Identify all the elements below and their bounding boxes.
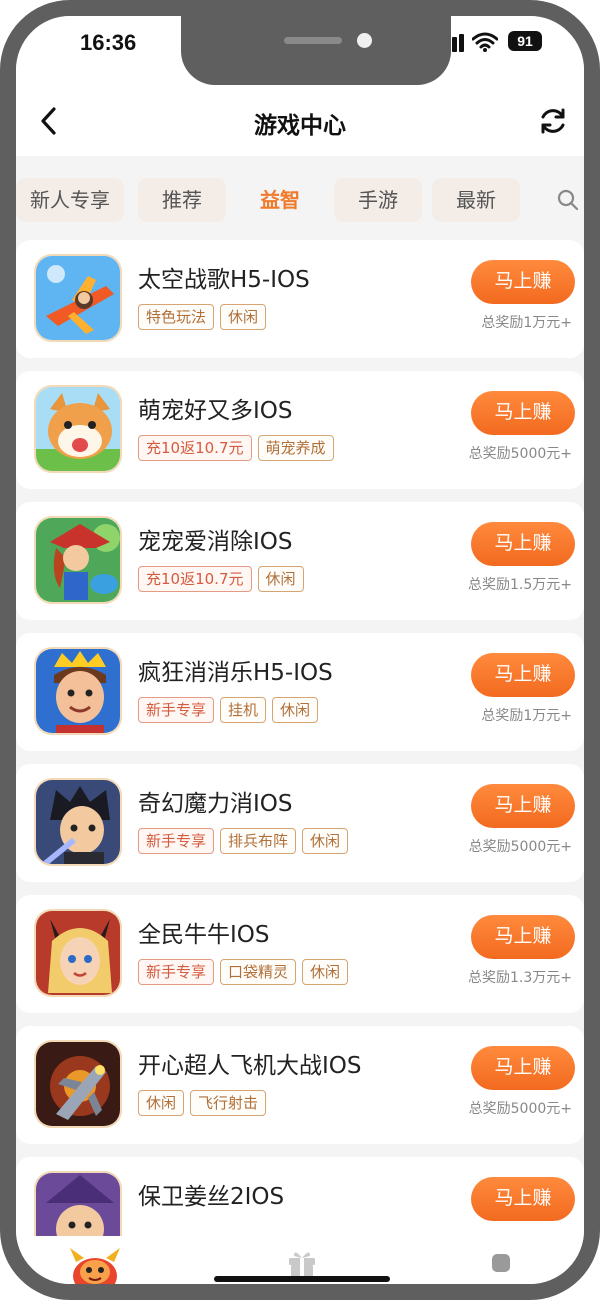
game-card[interactable]: 太空战歌H5-IOS 特色玩法 休闲 马上赚 总奖励1万元+ <box>16 240 584 358</box>
tag-list: 新手专享 挂机 休闲 <box>138 697 319 723</box>
status-time: 16:36 <box>80 30 137 55</box>
game-tag: 新手专享 <box>138 959 215 985</box>
game-name: 宠宠爱消除IOS <box>138 529 293 555</box>
navigation-bar: 游戏中心 <box>16 86 584 156</box>
game-tag: 新手专享 <box>138 828 215 854</box>
earn-now-button[interactable]: 马上赚 <box>471 1177 575 1221</box>
game-tag: 排兵布阵 <box>220 828 297 854</box>
game-icon[interactable] <box>34 778 122 866</box>
game-tag: 休闲 <box>302 959 349 985</box>
notch <box>181 16 451 85</box>
game-name: 萌宠好又多IOS <box>138 398 293 424</box>
earn-now-button[interactable]: 马上赚 <box>471 915 575 959</box>
tab-puzzle[interactable]: 益智 <box>236 178 324 222</box>
earn-now-button[interactable]: 马上赚 <box>471 1046 575 1090</box>
gift-icon[interactable] <box>286 1248 318 1278</box>
total-reward: 总奖励1.5万元+ <box>468 577 572 593</box>
game-card[interactable]: 奇幻魔力消IOS 新手专享 排兵布阵 休闲 马上赚 总奖励5000元+ <box>16 764 584 882</box>
game-icon[interactable] <box>34 647 122 735</box>
game-tag: 休闲 <box>272 697 319 723</box>
game-tag: 休闲 <box>302 828 349 854</box>
game-icon[interactable] <box>34 1040 122 1128</box>
game-tag: 充10返10.7元 <box>138 566 252 592</box>
tag-list: 特色玩法 休闲 <box>138 304 267 330</box>
game-name: 保卫姜丝2IOS <box>138 1184 285 1210</box>
tab-bar-item-icon[interactable] <box>492 1254 510 1272</box>
total-reward: 总奖励5000元+ <box>468 1101 572 1117</box>
game-icon[interactable] <box>34 909 122 997</box>
game-name: 开心超人飞机大战IOS <box>138 1053 362 1079</box>
game-tag: 口袋精灵 <box>220 959 297 985</box>
game-card[interactable]: 全民牛牛IOS 新手专享 口袋精灵 休闲 马上赚 总奖励1.3万元+ <box>16 895 584 1013</box>
game-card[interactable]: 开心超人飞机大战IOS 休闲 飞行射击 马上赚 总奖励5000元+ <box>16 1026 584 1144</box>
earn-now-button[interactable]: 马上赚 <box>471 522 575 566</box>
speaker-grille <box>284 37 342 44</box>
page-title: 游戏中心 <box>254 113 346 139</box>
tab-latest[interactable]: 最新 <box>432 178 520 222</box>
game-name: 太空战歌H5-IOS <box>138 267 310 293</box>
phone-frame: 16:36 91 游戏中心 新人专享 推荐 益智 手游 最新 太空战歌H5-IO… <box>0 0 600 1300</box>
total-reward: 总奖励1万元+ <box>481 708 572 724</box>
game-icon[interactable] <box>34 516 122 604</box>
search-icon[interactable] <box>556 188 580 212</box>
game-tag: 飞行射击 <box>190 1090 267 1116</box>
category-tabs: 新人专享 推荐 益智 手游 最新 <box>16 178 584 230</box>
tag-list: 休闲 飞行射击 <box>138 1090 267 1116</box>
earn-now-button[interactable]: 马上赚 <box>471 653 575 697</box>
total-reward: 总奖励5000元+ <box>468 446 572 462</box>
earn-now-button[interactable]: 马上赚 <box>471 391 575 435</box>
game-icon[interactable] <box>34 254 122 342</box>
total-reward: 总奖励1万元+ <box>481 315 572 331</box>
tab-new-user[interactable]: 新人专享 <box>16 178 124 222</box>
game-name: 奇幻魔力消IOS <box>138 791 293 817</box>
mascot-icon[interactable] <box>60 1242 130 1298</box>
earn-now-button[interactable]: 马上赚 <box>471 784 575 828</box>
bottom-bar <box>16 1236 584 1298</box>
game-tag: 充10返10.7元 <box>138 435 252 461</box>
game-icon[interactable] <box>34 385 122 473</box>
game-tag: 休闲 <box>138 1090 185 1116</box>
game-tag: 休闲 <box>257 566 304 592</box>
game-name: 疯狂消消乐H5-IOS <box>138 660 333 686</box>
game-tag: 新手专享 <box>138 697 215 723</box>
game-name: 全民牛牛IOS <box>138 922 270 948</box>
tag-list: 新手专享 排兵布阵 休闲 <box>138 828 349 854</box>
tab-mobile-games[interactable]: 手游 <box>334 178 422 222</box>
refresh-icon[interactable] <box>536 104 570 138</box>
home-indicator[interactable] <box>214 1276 390 1282</box>
front-camera <box>357 33 372 48</box>
total-reward: 总奖励1.3万元+ <box>468 970 572 986</box>
game-tag: 休闲 <box>220 304 267 330</box>
wifi-icon <box>472 32 498 52</box>
game-card[interactable]: 疯狂消消乐H5-IOS 新手专享 挂机 休闲 马上赚 总奖励1万元+ <box>16 633 584 751</box>
game-card[interactable]: 宠宠爱消除IOS 充10返10.7元 休闲 马上赚 总奖励1.5万元+ <box>16 502 584 620</box>
game-tag: 特色玩法 <box>138 304 215 330</box>
game-card[interactable]: 萌宠好又多IOS 充10返10.7元 萌宠养成 马上赚 总奖励5000元+ <box>16 371 584 489</box>
tag-list: 充10返10.7元 萌宠养成 <box>138 435 334 461</box>
tab-recommended[interactable]: 推荐 <box>138 178 226 222</box>
total-reward: 总奖励5000元+ <box>468 839 572 855</box>
earn-now-button[interactable]: 马上赚 <box>471 260 575 304</box>
tag-list: 充10返10.7元 休闲 <box>138 566 304 592</box>
game-tag: 挂机 <box>220 697 267 723</box>
battery-icon: 91 <box>508 31 542 51</box>
tag-list: 新手专享 口袋精灵 休闲 <box>138 959 349 985</box>
game-tag: 萌宠养成 <box>257 435 334 461</box>
